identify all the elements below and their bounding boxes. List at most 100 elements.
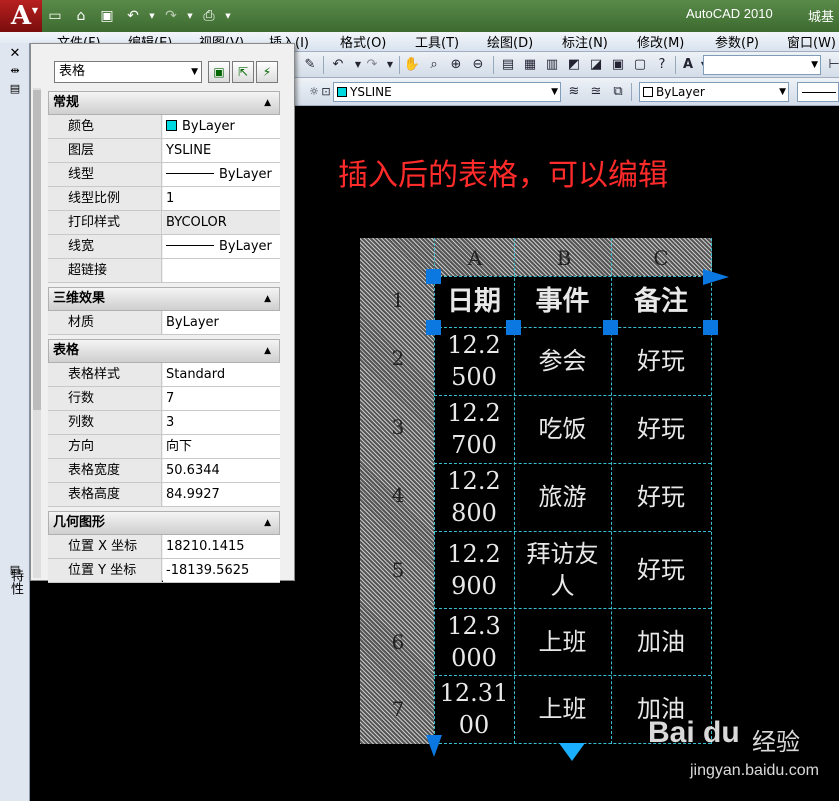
layer-combo[interactable]: YSLINE ▼ <box>333 82 561 102</box>
table-cell-event[interactable]: 上班 <box>514 675 611 743</box>
collapse-icon[interactable]: ▲ <box>264 340 271 362</box>
open-icon[interactable]: ⌂ <box>70 6 92 26</box>
row-number-2[interactable]: 2 <box>386 346 410 370</box>
prop-value[interactable]: 84.9927 <box>163 483 280 506</box>
undo-icon[interactable]: ↶ <box>122 6 144 26</box>
redo-dropdown-icon[interactable]: ▼ <box>186 12 194 20</box>
menu-window[interactable]: 窗口(W) <box>787 32 836 51</box>
row-number-6[interactable]: 6 <box>386 630 410 654</box>
table-cell-note[interactable]: 加油 <box>611 608 711 675</box>
table-grip[interactable] <box>703 320 718 335</box>
table-cell-event[interactable]: 参会 <box>514 327 611 395</box>
column-letter-b[interactable]: B <box>544 246 584 270</box>
color-combo[interactable]: ByLayer ▼ <box>639 82 789 102</box>
prop-row-position-x[interactable]: 位置 X 坐标 18210.1415 <box>48 535 280 559</box>
prop-row-material[interactable]: 材质 ByLayer <box>48 311 280 335</box>
zoom-window-icon[interactable]: ⊕ <box>447 56 465 74</box>
pan-icon[interactable]: ✋ <box>403 56 421 74</box>
row-number-3[interactable]: 3 <box>386 415 410 439</box>
table-object[interactable]: A B C 1 2 3 4 5 6 7 日期 事件 备注 12.2 500 参会… <box>360 238 729 761</box>
prop-row-layer[interactable]: 图层 YSLINE <box>48 139 280 163</box>
table-height-grip-icon[interactable] <box>426 735 442 757</box>
menu-format[interactable]: 格式(O) <box>340 32 386 51</box>
prop-value[interactable]: 1 <box>163 187 280 210</box>
new-icon[interactable]: ▭ <box>44 6 66 26</box>
table-cell-note[interactable]: 好玩 <box>611 395 711 463</box>
select-objects-icon[interactable]: ⇱ <box>232 61 254 83</box>
redo-dropdown-icon[interactable]: ▼ <box>381 56 399 74</box>
make-object-layer-current-icon[interactable]: ⧉ <box>609 83 627 101</box>
collapse-icon[interactable]: ▲ <box>264 512 271 534</box>
zoom-realtime-icon[interactable]: ⌕ <box>425 56 443 74</box>
object-type-select[interactable]: 表格 ▼ <box>54 61 202 83</box>
collapse-icon[interactable]: ▲ <box>264 288 271 310</box>
tool-palettes-icon[interactable]: ▥ <box>543 56 561 74</box>
prop-row-plot-style[interactable]: 打印样式 BYCOLOR <box>48 211 280 235</box>
collapse-icon[interactable]: ▲ <box>264 92 271 114</box>
menu-tools[interactable]: 工具(T) <box>415 32 459 51</box>
design-center-icon[interactable]: ▦ <box>521 56 539 74</box>
table-cell-header[interactable]: 备注 <box>611 276 711 327</box>
table-cell-event[interactable]: 上班 <box>514 608 611 675</box>
menu-dimension[interactable]: 标注(N) <box>562 32 608 51</box>
prop-value[interactable]: YSLINE <box>163 139 280 162</box>
table-cell-note[interactable]: 好玩 <box>611 531 711 608</box>
quick-select-icon[interactable]: ⚡ <box>256 61 278 83</box>
prop-row-table-height[interactable]: 表格高度 84.9927 <box>48 483 280 507</box>
row-number-7[interactable]: 7 <box>386 697 410 721</box>
prop-row-columns[interactable]: 列数 3 <box>48 411 280 435</box>
table-grip[interactable] <box>603 320 618 335</box>
linetype-combo[interactable] <box>797 82 839 102</box>
prop-row-linetype[interactable]: 线型 ByLayer <box>48 163 280 187</box>
save-icon[interactable]: ▣ <box>96 6 118 26</box>
prop-value[interactable]: ByLayer <box>163 115 280 138</box>
layer-previous-icon[interactable]: ≊ <box>587 83 605 101</box>
prop-row-linetype-scale[interactable]: 线型比例 1 <box>48 187 280 211</box>
column-letter-a[interactable]: A <box>455 246 495 270</box>
prop-row-lineweight[interactable]: 线宽 ByLayer <box>48 235 280 259</box>
prop-value[interactable]: ByLayer <box>163 163 280 186</box>
table-width-grip-icon[interactable] <box>703 269 729 285</box>
plot-dropdown-icon[interactable]: ▼ <box>224 12 232 20</box>
row-number-1[interactable]: 1 <box>386 288 410 312</box>
toggle-pickadd-icon[interactable]: ▣ <box>208 61 230 83</box>
scroll-thumb[interactable] <box>33 90 41 410</box>
sheet-set-icon[interactable]: ◩ <box>565 56 583 74</box>
menu-draw[interactable]: 绘图(D) <box>487 32 533 51</box>
prop-row-position-y[interactable]: 位置 Y 坐标 -18139.5625 <box>48 559 280 583</box>
help-icon[interactable]: ? <box>653 56 671 74</box>
row-number-4[interactable]: 4 <box>386 483 410 507</box>
prop-value[interactable]: ByLayer <box>163 311 280 334</box>
close-icon[interactable]: ✕ <box>6 46 24 62</box>
prop-row-color[interactable]: 颜色 ByLayer <box>48 115 280 139</box>
table-cell-event[interactable]: 拜访友 人 <box>514 531 611 608</box>
redo-icon[interactable]: ↷ <box>363 56 381 74</box>
redo-icon[interactable]: ↷ <box>160 6 182 26</box>
prop-value[interactable]: ByLayer <box>163 235 280 258</box>
palette-menu-icon[interactable]: ▤ <box>6 563 24 579</box>
table-cell-date[interactable]: 12.2 800 <box>434 463 514 531</box>
section-general[interactable]: 常规 ▲ <box>48 91 280 115</box>
prop-row-direction[interactable]: 方向 向下 <box>48 435 280 459</box>
section-table[interactable]: 表格 ▲ <box>48 339 280 363</box>
application-menu-button[interactable]: A ▼ <box>0 0 42 32</box>
menu-modify[interactable]: 修改(M) <box>637 32 684 51</box>
prop-row-rows[interactable]: 行数 7 <box>48 387 280 411</box>
prop-value[interactable]: Standard <box>163 363 280 386</box>
table-cell-date[interactable]: 12.2 900 <box>434 531 514 608</box>
palette-scrollbar[interactable] <box>33 88 41 578</box>
undo-dropdown-icon[interactable]: ▼ <box>148 12 156 20</box>
table-break-grip-icon[interactable] <box>559 743 585 761</box>
prop-value[interactable]: 18210.1415 <box>163 535 280 558</box>
table-cell-date[interactable]: 12.2 700 <box>434 395 514 463</box>
table-grip[interactable] <box>506 320 521 335</box>
table-cell-note[interactable]: 好玩 <box>611 327 711 395</box>
prop-value[interactable]: -18139.5625 <box>163 559 280 582</box>
plot-icon[interactable]: ⎙ <box>198 6 220 26</box>
menu-parametric[interactable]: 参数(P) <box>715 32 759 51</box>
prop-row-hyperlink[interactable]: 超链接 <box>48 259 280 283</box>
prop-value[interactable]: 50.6344 <box>163 459 280 482</box>
prop-value[interactable]: 向下 <box>163 435 280 458</box>
prop-value[interactable]: 7 <box>163 387 280 410</box>
section-3d-effects[interactable]: 三维效果 ▲ <box>48 287 280 311</box>
